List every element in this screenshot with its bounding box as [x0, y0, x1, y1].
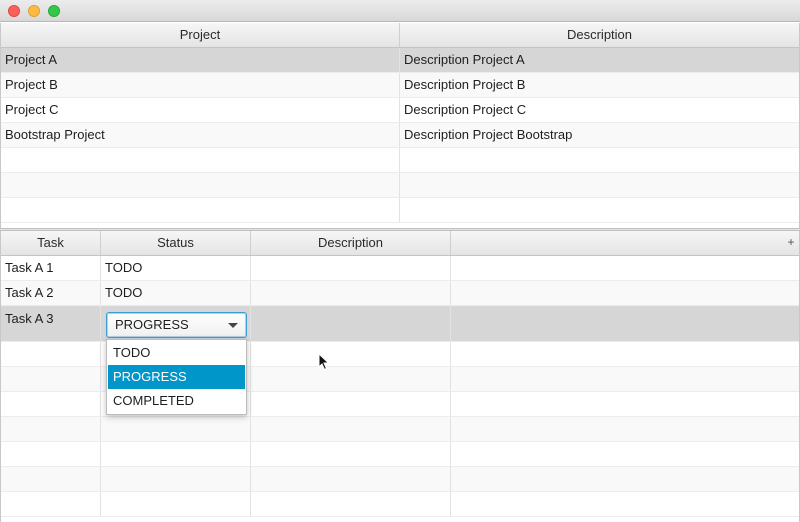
empty-cell [1, 173, 400, 197]
empty-cell [101, 492, 251, 516]
empty-cell [251, 417, 451, 441]
empty-cell [251, 467, 451, 491]
project-description-cell: Description Project C [404, 102, 527, 117]
status-combobox-value: PROGRESS [115, 317, 189, 332]
empty-cell [251, 342, 451, 366]
task-name-cell: Task A 1 [1, 256, 101, 280]
empty-table-row [1, 417, 799, 442]
projects-table-header: Project Description [1, 23, 799, 48]
table-row[interactable]: Task A 1 TODO [1, 256, 799, 281]
empty-cell [1, 417, 101, 441]
column-header-description[interactable]: Description [400, 23, 799, 47]
empty-cell [251, 442, 451, 466]
status-combobox[interactable]: PROGRESS [106, 312, 247, 338]
tasks-table-header: Task Status Description + [1, 231, 799, 256]
status-option-todo[interactable]: TODO [108, 341, 245, 365]
empty-cell [1, 492, 101, 516]
empty-table-row [1, 148, 799, 173]
empty-table-row [1, 467, 799, 492]
table-row[interactable]: Project B Description Project B [1, 73, 799, 98]
project-description-cell: Description Project Bootstrap [404, 127, 573, 142]
empty-table-row [1, 198, 799, 223]
table-row[interactable]: Task A 2 TODO [1, 281, 799, 306]
empty-table-row [1, 492, 799, 517]
task-name-cell: Task A 3 [1, 306, 101, 341]
maximize-window-button[interactable] [48, 5, 60, 17]
column-header-project[interactable]: Project [1, 23, 400, 47]
close-window-button[interactable] [8, 5, 20, 17]
column-menu-button[interactable]: + [785, 236, 797, 248]
status-option-completed[interactable]: COMPLETED [108, 389, 245, 413]
task-description-cell[interactable] [251, 281, 451, 305]
status-option-progress[interactable]: PROGRESS [108, 365, 245, 389]
column-header-task[interactable]: Task [1, 231, 101, 255]
empty-table-row [1, 442, 799, 467]
column-header-filler [451, 231, 783, 255]
task-description-cell[interactable] [251, 256, 451, 280]
empty-cell [251, 367, 451, 391]
project-name-cell: Project A [1, 48, 400, 72]
column-header-status[interactable]: Status [101, 231, 251, 255]
window-titlebar [0, 0, 800, 22]
column-header-description[interactable]: Description [251, 231, 451, 255]
empty-cell [251, 492, 451, 516]
task-status-cell[interactable]: TODO [101, 256, 251, 280]
chevron-down-icon[interactable] [228, 323, 238, 328]
project-description-cell: Description Project B [404, 77, 526, 92]
empty-cell [101, 467, 251, 491]
empty-cell [1, 148, 400, 172]
table-row[interactable]: Project A Description Project A [1, 48, 799, 73]
project-name-cell: Project C [1, 98, 400, 122]
empty-cell [101, 442, 251, 466]
project-description-cell: Description Project A [404, 52, 525, 67]
project-name-cell: Bootstrap Project [1, 123, 400, 147]
empty-cell [1, 467, 101, 491]
table-row[interactable]: Bootstrap Project Description Project Bo… [1, 123, 799, 148]
empty-cell [1, 198, 400, 222]
empty-cell [251, 392, 451, 416]
task-description-cell[interactable] [251, 306, 451, 341]
empty-table-row [1, 173, 799, 198]
table-row[interactable]: Project C Description Project C [1, 98, 799, 123]
project-name-cell: Project B [1, 73, 400, 97]
minimize-window-button[interactable] [28, 5, 40, 17]
empty-cell [1, 442, 101, 466]
projects-table[interactable]: Project Description Project A Descriptio… [0, 23, 800, 228]
empty-cell [1, 392, 101, 416]
empty-cell [1, 367, 101, 391]
empty-cell [1, 342, 101, 366]
task-name-cell: Task A 2 [1, 281, 101, 305]
empty-cell [101, 417, 251, 441]
status-dropdown-list[interactable]: TODO PROGRESS COMPLETED [106, 339, 247, 415]
tasks-table[interactable]: Task Status Description + Task A 1 TODO … [0, 231, 800, 522]
task-status-cell[interactable]: TODO [101, 281, 251, 305]
